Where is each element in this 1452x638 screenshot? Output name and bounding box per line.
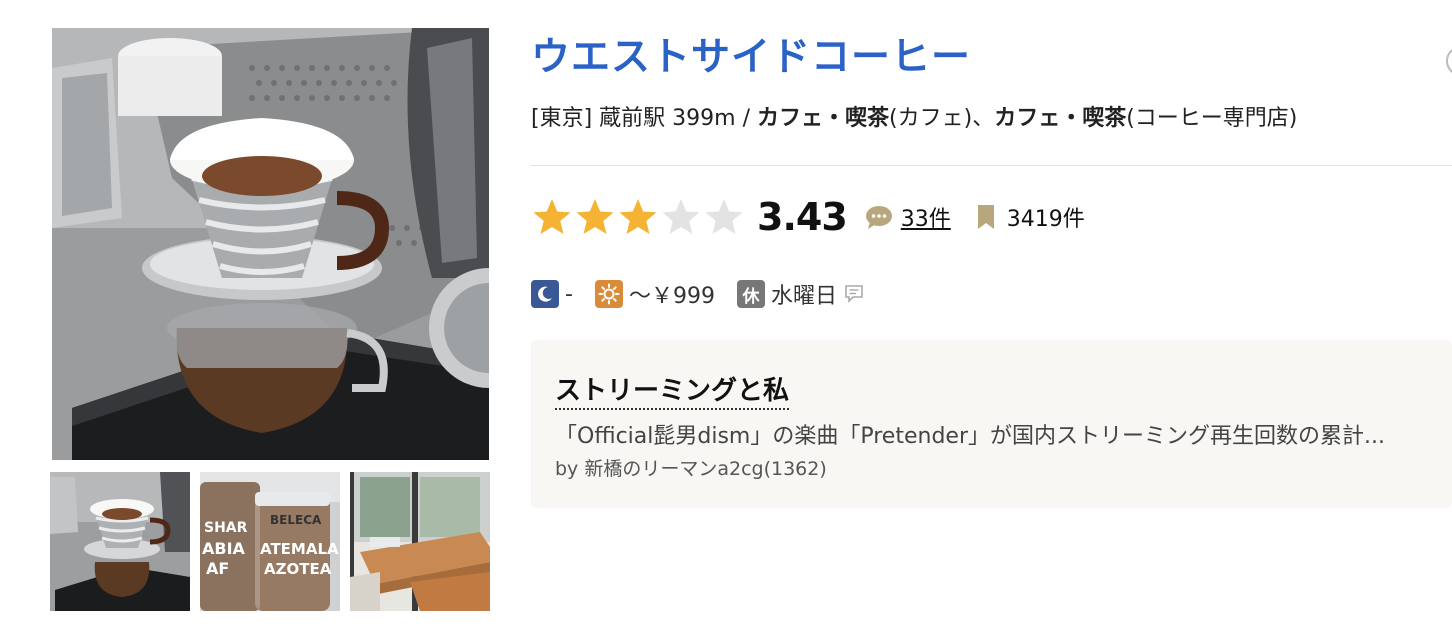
svg-text:ABIA: ABIA xyxy=(202,539,246,558)
review-count-link[interactable]: 33件 xyxy=(901,201,951,233)
rating-row: 3.43 33件 3419件 xyxy=(531,192,1452,242)
restaurant-card: SHAR ABIA AF BELECA ATEMALA AZOTEA ウエストサ… xyxy=(0,0,1452,638)
price-row: - ～￥999 休 水曜日 xyxy=(531,277,865,311)
svg-text:AF: AF xyxy=(206,559,229,578)
svg-text:SHAR: SHAR xyxy=(204,520,248,536)
pickup-title[interactable]: ストリーミングと私 xyxy=(555,370,790,410)
shop-station: 蔵前駅 399m xyxy=(599,106,736,131)
shop-meta: [東京] 蔵前駅 399m / カフェ・喫茶(カフェ)、カフェ・喫茶(コーヒー専… xyxy=(531,100,1297,132)
pickup-review-card[interactable]: ストリーミングと私 「Official髭男dism」の楽曲「Pretender」… xyxy=(531,340,1452,508)
night-price: - xyxy=(565,281,573,307)
bookmark-count: 3419件 xyxy=(1006,207,1085,232)
star-icon xyxy=(533,199,571,234)
thumbnail-2[interactable]: SHAR ABIA AF BELECA ATEMALA AZOTEA xyxy=(200,472,340,611)
svg-text:ATEMALA: ATEMALA xyxy=(260,540,339,558)
shop-name[interactable]: ウエストサイドコーヒー xyxy=(531,26,971,82)
star-icon xyxy=(662,199,700,234)
pickup-author: by 新橋のリーマンa2cg(1362) xyxy=(555,458,827,480)
rating-score: 3.43 xyxy=(757,195,848,239)
star-icon xyxy=(576,199,614,234)
svg-text:BELECA: BELECA xyxy=(270,513,322,527)
shop-area: [東京] xyxy=(531,106,593,131)
genre-2-main: カフェ・喫茶 xyxy=(994,106,1127,131)
svg-text:AZOTEA: AZOTEA xyxy=(264,560,332,578)
close-icon[interactable] xyxy=(1446,46,1452,76)
lunch-price: ～￥999 xyxy=(628,284,715,309)
genre-1-main: カフェ・喫茶 xyxy=(757,106,890,131)
genre-2-sub: (コーヒー専門店) xyxy=(1126,106,1298,131)
comment-icon[interactable] xyxy=(837,283,865,305)
genre-1-sub: (カフェ)、 xyxy=(889,106,995,131)
rating-stars xyxy=(531,197,745,237)
thumbnail-3[interactable] xyxy=(350,472,490,611)
sun-icon xyxy=(594,280,623,308)
meta-separator: / xyxy=(742,106,751,131)
star-icon xyxy=(705,199,743,234)
pickup-body: 「Official髭男dism」の楽曲「Pretender」が国内ストリーミング… xyxy=(555,424,1385,449)
review-icon xyxy=(847,205,893,229)
divider xyxy=(531,165,1452,166)
moon-icon xyxy=(531,280,559,308)
holiday-text: 水曜日 xyxy=(770,284,837,309)
shop-info: ウエストサイドコーヒー [東京] 蔵前駅 399m / カフェ・喫茶(カフェ)、… xyxy=(531,0,1452,638)
holiday-badge: 休 xyxy=(736,280,765,308)
star-icon xyxy=(619,199,657,234)
bookmark-icon xyxy=(951,204,995,230)
thumbnail-1[interactable] xyxy=(50,472,190,611)
main-photo[interactable] xyxy=(52,28,489,460)
